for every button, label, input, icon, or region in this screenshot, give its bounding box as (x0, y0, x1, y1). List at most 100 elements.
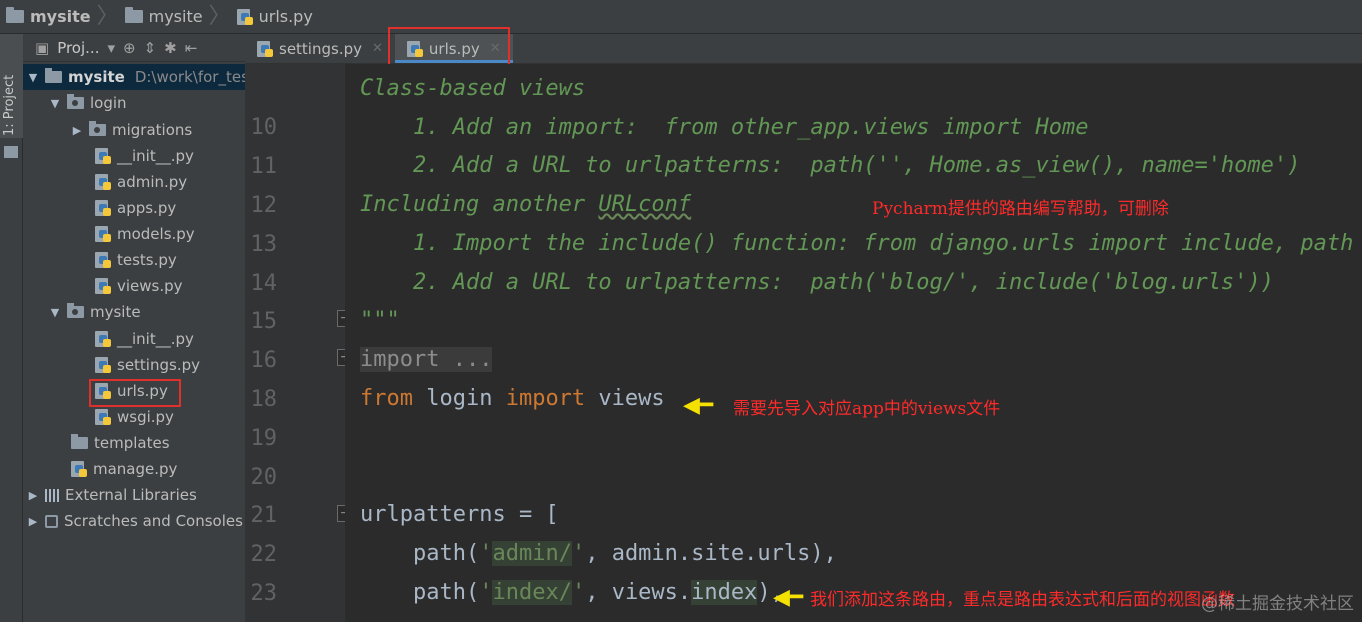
tree-item-file[interactable]: apps.py (95, 195, 176, 221)
tab-label: settings.py (279, 39, 362, 58)
tree-item-label: tests.py (117, 251, 177, 269)
tree-item-migrations[interactable]: ▶ migrations (71, 117, 192, 143)
expand-arrow-icon[interactable]: ▼ (49, 97, 61, 110)
gear-icon[interactable]: ✱ (164, 39, 177, 57)
tree-item-file[interactable]: models.py (95, 221, 195, 247)
breadcrumb-label: urls.py (258, 7, 313, 26)
dropdown-icon[interactable]: ▾ (107, 39, 115, 57)
python-file-icon (236, 8, 253, 25)
tree-item-label: __init__.py (117, 147, 194, 165)
tree-item-root[interactable]: ▼ mysite D:\work\for_test (23, 64, 245, 90)
annotation-pycharm-help: Pycharm提供的路由编写帮助，可删除 (872, 199, 1169, 219)
code-string: ' (571, 580, 586, 605)
folded-imports[interactable]: import ... (360, 347, 493, 372)
collapse-all-icon[interactable]: ⇕ (144, 39, 157, 57)
code-text: path( (360, 541, 480, 566)
project-view-selector[interactable]: Proj... (57, 39, 99, 57)
collapsed-arrow-icon[interactable]: ▶ (27, 489, 39, 502)
annotation-route-added: 我们添加这条路由，重点是路由表达式和后面的视图函数 (810, 590, 1235, 610)
code-line-21: urlpatterns = [ (360, 502, 559, 527)
breadcrumb-item-project[interactable]: mysite (6, 0, 97, 34)
locate-icon[interactable]: ⊕ (123, 39, 136, 57)
line-number: 19 (250, 426, 278, 451)
tree-item-templates[interactable]: templates (71, 430, 170, 456)
code-text: path( (360, 580, 480, 605)
tree-item-file[interactable]: manage.py (71, 456, 177, 482)
code-line-10: 1. Add an import: from other_app.views i… (360, 115, 1089, 140)
tree-item-label: manage.py (93, 460, 178, 478)
tree-item-label: migrations (112, 121, 193, 139)
code-text: login (412, 386, 506, 411)
code-line-comment-partial: Class-based views (360, 76, 586, 101)
expand-arrow-icon[interactable]: ▼ (49, 306, 61, 319)
python-file-icon (95, 200, 111, 216)
tree-item-external-libraries[interactable]: ▶ External Libraries (27, 482, 197, 508)
python-file-icon (95, 409, 111, 425)
package-icon (67, 94, 84, 109)
project-tool-label[interactable]: 1: Project (2, 75, 17, 136)
project-toolbar: ▣ Proj... ▾ ⊕ ⇕ ✱ ⇤ (23, 34, 245, 62)
project-view-icon: ▣ (35, 38, 50, 57)
structure-icon[interactable] (4, 146, 18, 158)
collapsed-arrow-icon[interactable]: ▶ (71, 124, 83, 137)
python-file-icon (71, 461, 87, 477)
tree-item-label: login (90, 94, 127, 112)
project-panel: ▣ Proj... ▾ ⊕ ⇕ ✱ ⇤ ▼ mysite D:\work\for… (23, 34, 245, 622)
tab-settings[interactable]: settings.py ✕ (245, 34, 395, 63)
tool-window-strip: 1: Project (0, 34, 23, 622)
package-icon (89, 121, 106, 136)
code-line-23: path('index/', views.index), (360, 574, 784, 612)
code-line-13: 1. Import the include() function: from d… (360, 231, 1354, 256)
tree-item-file[interactable]: views.py (95, 273, 183, 299)
tree-item-label: External Libraries (65, 486, 197, 504)
tree-item-file[interactable]: admin.py (95, 169, 187, 195)
code-line-11: 2. Add a URL to urlpatterns: path('', Ho… (360, 153, 1301, 178)
python-file-icon (95, 357, 111, 373)
hide-panel-icon[interactable]: ⇤ (185, 39, 198, 57)
line-number: 10 (250, 115, 278, 140)
collapsed-arrow-icon[interactable]: ▶ (27, 515, 39, 528)
tree-item-scratches[interactable]: ▶ Scratches and Consoles (27, 508, 243, 534)
code-text: , admin.site.urls), (585, 541, 837, 566)
breadcrumb-separator: 〉 (96, 3, 119, 29)
code-keyword: from (360, 386, 413, 411)
folder-icon (71, 434, 88, 449)
tree-item-label: settings.py (117, 356, 200, 374)
code-keyword: import (505, 386, 586, 411)
tree-item-file[interactable]: settings.py (95, 352, 200, 378)
code-line-12: Including another URLconf (360, 186, 691, 224)
tree-item-label: Scratches and Consoles (64, 512, 243, 530)
tree-item-file[interactable]: __init__.py (95, 326, 194, 352)
python-file-icon (95, 174, 111, 190)
watermark: @稀土掘金技术社区 (1201, 594, 1354, 614)
breadcrumb-item-package[interactable]: mysite (124, 0, 209, 34)
code-string: index/ (492, 580, 572, 605)
tree-item-label: models.py (117, 225, 195, 243)
tree-item-label: views.py (117, 277, 183, 295)
tree-item-file[interactable]: __init__.py (95, 143, 194, 169)
expand-arrow-icon[interactable]: ▼ (27, 71, 39, 84)
line-number: 13 (250, 232, 278, 257)
code-editor[interactable]: Class-based views 1. Add an import: from… (345, 64, 1362, 622)
code-line-22: path('admin/', admin.site.urls), (360, 535, 837, 573)
tree-item-label: templates (94, 434, 170, 452)
python-file-icon (257, 40, 273, 57)
line-number: 14 (250, 271, 278, 296)
breadcrumb: mysite 〉 mysite 〉 urls.py (0, 0, 1362, 34)
folder-icon (45, 68, 62, 83)
line-number: 18 (250, 387, 278, 412)
code-string: ' (479, 541, 493, 566)
tree-item-label: wsgi.py (117, 408, 174, 426)
python-file-icon (95, 226, 111, 242)
tree-item-mysite-package[interactable]: ▼ mysite (49, 299, 141, 325)
arrow-left-icon: ◀━ (773, 585, 804, 610)
tree-item-file[interactable]: tests.py (95, 247, 177, 273)
code-text: views (585, 386, 665, 411)
code-line-14: 2. Add a URL to urlpatterns: path('blog/… (360, 270, 1274, 295)
tree-item-login[interactable]: ▼ login (49, 90, 127, 116)
line-number: 20 (250, 465, 278, 490)
close-icon[interactable]: ✕ (372, 41, 383, 56)
package-icon (67, 303, 84, 318)
breadcrumb-item-file[interactable]: urls.py (236, 0, 319, 34)
tree-item-file[interactable]: wsgi.py (95, 404, 174, 430)
